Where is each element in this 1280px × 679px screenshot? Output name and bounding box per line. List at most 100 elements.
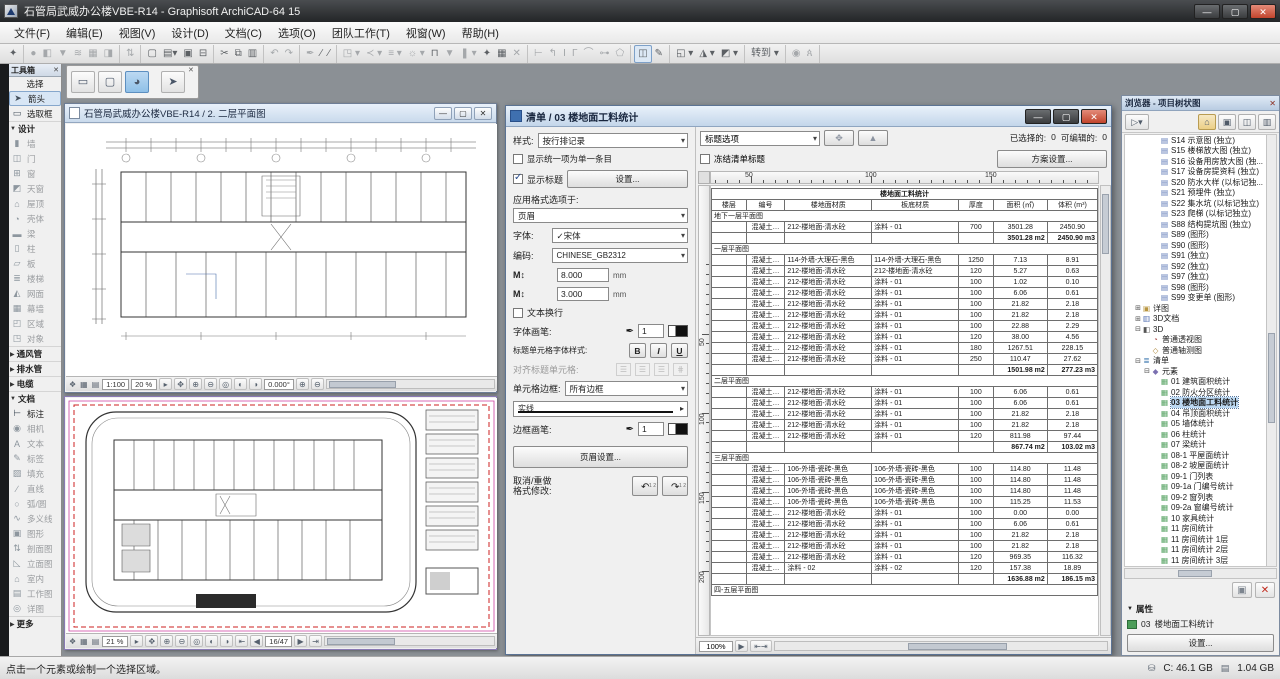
panel-dd-icon[interactable]: ▦	[494, 46, 509, 62]
menu-编辑(E)[interactable]: 编辑(E)	[58, 23, 111, 43]
quick-options-icon[interactable]: ❖	[68, 637, 77, 646]
tree-item[interactable]: ▦05 墙体统计	[1125, 419, 1265, 430]
partial-structure-icon[interactable]: ▤	[91, 637, 101, 646]
section-tool[interactable]: ⇅剖面图	[9, 541, 61, 556]
tree-item[interactable]: ◔普通透视图	[1125, 335, 1265, 346]
table-row[interactable]: 1501.98 m2277.23 m3	[712, 365, 1098, 376]
line-tool[interactable]: ∕直线	[9, 481, 61, 496]
tree-item[interactable]: ▦11 房间统计 3层	[1125, 555, 1265, 566]
border-pen-input[interactable]: 1	[638, 422, 664, 436]
table-row[interactable]: 867.74 m2103.02 m3	[712, 442, 1098, 453]
save-icon[interactable]: ▣	[180, 46, 195, 62]
new-file-icon[interactable]: ▢	[144, 46, 159, 62]
tree-item[interactable]: ▦07 梁统计	[1125, 440, 1265, 451]
tree-item[interactable]: ▦10 家具统计	[1125, 513, 1265, 524]
shell-tool[interactable]: ◔壳体	[9, 211, 61, 226]
preview-horizontal-scrollbar[interactable]	[774, 641, 1108, 651]
scheme-settings-button[interactable]: 方案设置...	[997, 150, 1107, 168]
table-row[interactable]: 混凝土…212-楼地面-清水砼涂料 - 011006.060.61	[712, 387, 1098, 398]
apply-format-select[interactable]: 页眉	[513, 208, 688, 223]
app-titlebar[interactable]: 石管局武威办公楼VBE-R14 - Graphisoft ArchiCAD-64…	[0, 0, 1280, 22]
fit-width-icon[interactable]: ⇤⇥	[750, 640, 772, 652]
scale-value[interactable]: 1:100	[102, 379, 129, 390]
navigator-close-icon[interactable]: ✕	[1269, 99, 1276, 108]
dimension-tool[interactable]: ⊢标注	[9, 406, 61, 421]
layers-icon[interactable]: ▦	[79, 380, 89, 389]
walk-icon[interactable]: ጰ	[804, 46, 816, 62]
freeze-header-checkbox[interactable]	[700, 154, 710, 164]
minimize-button[interactable]: —	[1025, 109, 1051, 124]
table-row[interactable]: 混凝土…212-楼地面-清水砼涂料 - 01120969.35116.32	[712, 552, 1098, 563]
rotate-view-icon[interactable]: ⊕	[296, 378, 309, 390]
column-dd-icon[interactable]: ⊓	[428, 46, 442, 62]
tree-item[interactable]: ▦02 防火分区统计	[1125, 387, 1265, 398]
align-right-icon[interactable]: ☰	[654, 363, 669, 376]
view-map-selector-icon[interactable]: ▷▾	[1125, 114, 1149, 130]
text-tool[interactable]: A文本	[9, 436, 61, 451]
table-row[interactable]: 混凝土…212-楼地面-清水砼涂料 - 0110021.822.18	[712, 310, 1098, 321]
table-row[interactable]: 混凝土…212-楼地面-清水砼涂料 - 01120811.9897.44	[712, 431, 1098, 442]
prev-zoom-icon[interactable]: ◐	[205, 635, 218, 647]
align-left-icon[interactable]: ☰	[616, 363, 631, 376]
cut-icon[interactable]: ✂	[217, 46, 231, 62]
table-row[interactable]: 混凝土…114-外墙-大理石-黑色114-外墙-大理石-黑色12507.138.…	[712, 255, 1098, 266]
table-row[interactable]: 3501.28 m22450.90 m3	[712, 233, 1098, 244]
pickup-params-icon[interactable]: ✒	[303, 46, 317, 62]
tree-item[interactable]: ▤S17 设备房提资料 (独立)	[1125, 167, 1265, 178]
dim-4-icon[interactable]: Γ	[569, 46, 581, 62]
close-x-icon[interactable]: ✕	[510, 46, 524, 62]
tree-item[interactable]: ▦04 吊顶面积统计	[1125, 408, 1265, 419]
redo-icon[interactable]: ↷	[282, 46, 296, 62]
zoom-menu-icon[interactable]: ▸	[130, 635, 143, 647]
window-tool[interactable]: ⊞窗	[9, 166, 61, 181]
tree-item[interactable]: ▦09-2a 窗编号统计	[1125, 503, 1265, 514]
arc-tool[interactable]: ○弧/圆	[9, 496, 61, 511]
inject-params-icon[interactable]: ∕	[317, 46, 325, 62]
zoom-out-icon[interactable]: ⊖	[204, 378, 217, 390]
menu-选项(O)[interactable]: 选项(O)	[270, 23, 324, 43]
roof-dd-icon[interactable]: ≺ ▾	[363, 46, 385, 62]
show-title-checkbox[interactable]	[513, 174, 523, 184]
line-type-select[interactable]: 实线	[513, 401, 688, 417]
layout-canvas[interactable]	[66, 398, 497, 635]
view-map-icon[interactable]: ▣	[1218, 114, 1236, 130]
header-settings-button[interactable]: 页眉设置...	[513, 446, 688, 468]
marquee-tool[interactable]: ▭选取框	[9, 106, 61, 121]
tree-item[interactable]: ▦11 房间统计 2层	[1125, 545, 1265, 556]
font-size-input[interactable]: 8.000	[557, 268, 609, 282]
style-select[interactable]: 按行排记录	[538, 133, 688, 148]
floor-plan-canvas[interactable]	[66, 124, 497, 377]
zoom-out-icon[interactable]: ⊖	[175, 635, 188, 647]
table-row[interactable]: 混凝土…212-楼地面-清水砼涂料 - 011006.060.61	[712, 288, 1098, 299]
table-row[interactable]: 混凝土…212-楼地面-清水砼涂料 - 011001.020.10	[712, 277, 1098, 288]
toolbox-section-设计[interactable]: ▼设计	[9, 121, 61, 136]
arrow-tool[interactable]: ➤箭头	[9, 91, 61, 106]
italic-button[interactable]: I	[650, 343, 667, 358]
split-cells-button[interactable]: ✥	[824, 130, 854, 146]
object-tool[interactable]: ◳对象	[9, 331, 61, 346]
table-row[interactable]: 混凝土…106-外墙-瓷砖-黑色106-外墙-瓷砖-黑色100115.2511.…	[712, 497, 1098, 508]
undo-format-button[interactable]: ↶1 2	[632, 476, 658, 496]
tree-item[interactable]: ▤S21 预埋件 (独立)	[1125, 188, 1265, 199]
table-row[interactable]: 混凝土…212-楼地面-清水砼涂料 - 0110022.882.29	[712, 321, 1098, 332]
tree-item[interactable]: ▦09-1 门列表	[1125, 471, 1265, 482]
dim-7-icon[interactable]: ⬠	[613, 46, 628, 62]
rotate-mode-icon[interactable]: ◕	[125, 71, 149, 93]
layer-2-icon[interactable]: ◧	[39, 46, 54, 62]
wall-dd-icon[interactable]: ◳ ▾	[340, 46, 363, 62]
detail-tool[interactable]: ◎详图	[9, 601, 61, 616]
view-dd-2-icon[interactable]: ◮ ▾	[696, 46, 718, 62]
tree-item[interactable]: ▤S90 (图形)	[1125, 240, 1265, 251]
tree-item[interactable]: ⊞▣详图	[1125, 303, 1265, 314]
view-dd-1-icon[interactable]: ◱ ▾	[673, 46, 696, 62]
table-row[interactable]: 混凝土…106-外墙-瓷砖-黑色106-外墙-瓷砖-黑色100114.8011.…	[712, 486, 1098, 497]
menu-文档(C)[interactable]: 文档(C)	[217, 23, 270, 43]
delete-item-icon[interactable]: ✕	[1255, 582, 1275, 598]
tree-item[interactable]: ▤S98 (图形)	[1125, 282, 1265, 293]
layer-1-icon[interactable]: ●	[27, 46, 39, 62]
rect-mode-icon[interactable]: ▢	[98, 71, 122, 93]
close-button[interactable]: ✕	[474, 107, 492, 120]
dim-3-icon[interactable]: Ⅰ	[560, 46, 569, 62]
layer-6-icon[interactable]: ◨	[101, 46, 116, 62]
rotation-angle-value[interactable]: 0.000°	[264, 379, 294, 390]
